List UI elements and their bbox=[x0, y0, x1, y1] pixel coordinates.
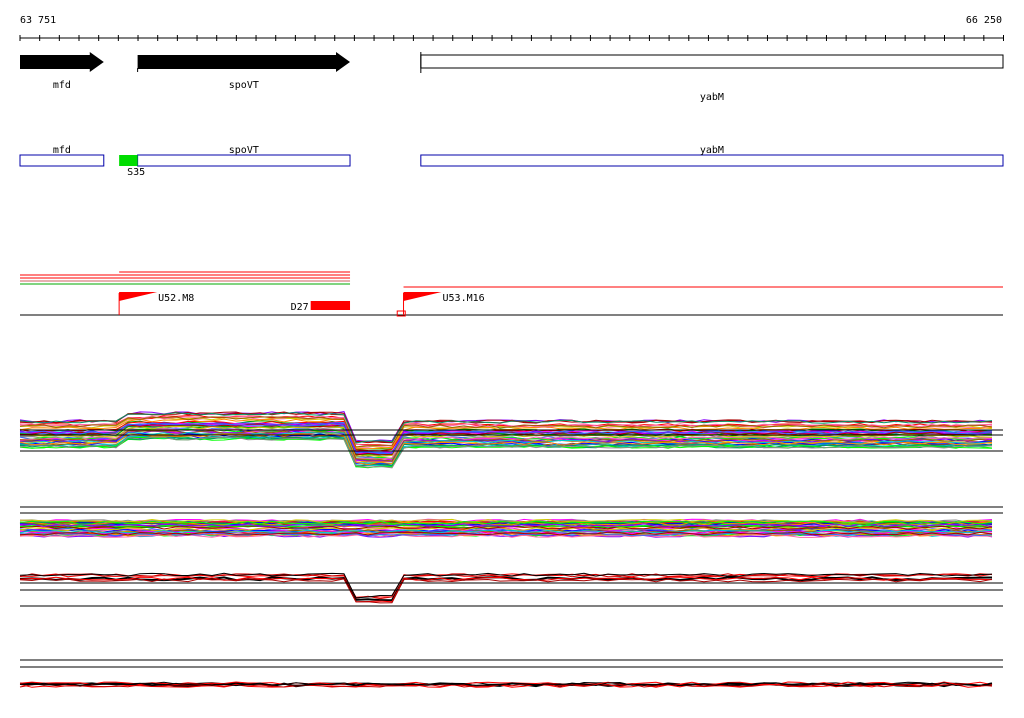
gene-label: yabM bbox=[700, 92, 724, 103]
tu-flag bbox=[119, 292, 158, 301]
expression-track-3 bbox=[19, 572, 1003, 607]
gene-label: spoVT bbox=[229, 80, 259, 91]
terminator-block bbox=[310, 301, 351, 310]
annotation-label: yabM bbox=[700, 145, 724, 156]
ruler-start-label: 63 751 bbox=[20, 15, 56, 26]
promoter-feature-label: S35 bbox=[127, 167, 145, 178]
terminator-label: D27 bbox=[291, 302, 309, 313]
ruler-axis bbox=[19, 35, 1004, 41]
gene-track: mfd spoVT yabM bbox=[20, 52, 1004, 103]
transcription-unit-track: U52.M8 U53.M16 D27 bbox=[20, 271, 1003, 317]
tu-label: U52.M8 bbox=[158, 293, 194, 304]
tu-label: U53.M16 bbox=[443, 293, 485, 304]
genome-browser: 63 751 66 250 mfd spoVT yabM mfd spoVT yabM S… bbox=[0, 0, 1024, 714]
annotation-label: mfd bbox=[53, 145, 71, 156]
gene-arrow bbox=[137, 52, 351, 72]
expression-track-2 bbox=[19, 506, 1003, 538]
tu-flag bbox=[403, 292, 442, 301]
gene-label: mfd bbox=[53, 80, 71, 91]
annotation-track: mfd spoVT yabM S35 bbox=[19, 145, 1004, 178]
genome-canvas: 63 751 66 250 mfd spoVT yabM mfd spoVT yabM S… bbox=[19, 15, 1004, 688]
gene-box bbox=[420, 54, 1004, 69]
annotation-box bbox=[137, 154, 351, 167]
annotation-box bbox=[420, 154, 1004, 167]
promoter-feature-block bbox=[119, 155, 138, 166]
annotation-label: spoVT bbox=[229, 145, 259, 156]
expression-profile-line bbox=[19, 578, 993, 604]
gene-arrow bbox=[20, 52, 104, 72]
ruler-end-label: 66 250 bbox=[966, 15, 1002, 26]
expression-track-1 bbox=[19, 411, 1003, 469]
annotation-box bbox=[19, 154, 105, 167]
expression-track-4 bbox=[19, 659, 1003, 688]
